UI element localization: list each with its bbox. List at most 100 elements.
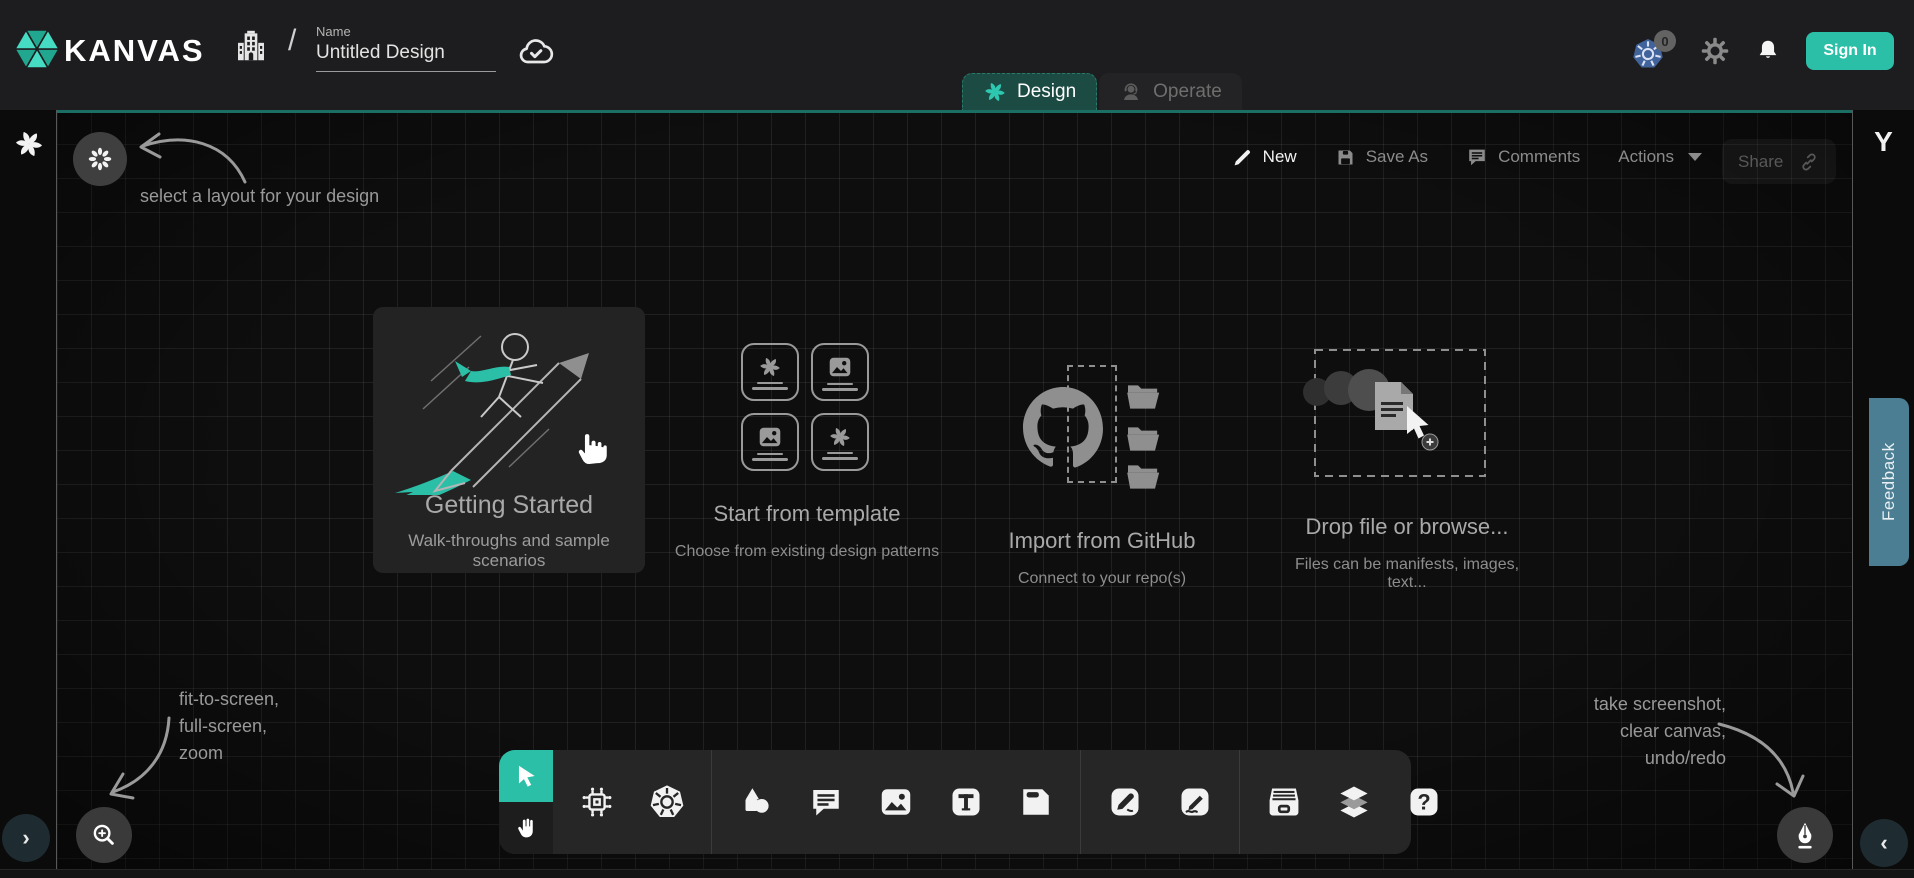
start-from-template-card[interactable]: Start from template Choose from existing… (657, 336, 957, 561)
chip-icon (578, 783, 616, 821)
screenshot-hint-text: take screenshot, clear canvas, undo/redo (1594, 691, 1726, 772)
zoom-in-button[interactable] (76, 807, 132, 863)
collapse-right-panel-button[interactable]: ‹ (1860, 819, 1908, 867)
layout-hint-arrow (127, 124, 257, 194)
spiral-icon (828, 425, 852, 449)
canvas-toolbar (499, 750, 1411, 854)
header: KANVAS / Name Design Operate 0 Si (0, 0, 1914, 110)
credits-badge: 0 (1654, 30, 1676, 52)
card-subtitle: Walk-throughs and sample scenarios (373, 531, 645, 571)
right-panel-strip: Y Feedback ‹ (1852, 110, 1914, 878)
actions-dropdown[interactable]: Actions (1618, 147, 1702, 167)
pencil-scribble-icon (1177, 784, 1213, 820)
card-subtitle: Connect to your repo(s) (987, 570, 1217, 588)
template-tile (741, 413, 799, 471)
tool-text[interactable] (946, 782, 986, 822)
settings-gear-icon[interactable] (1700, 36, 1730, 66)
kanvas-hexagon-logo[interactable] (13, 25, 61, 73)
drop-file-graphic (1287, 344, 1527, 484)
folder-icon (1123, 377, 1163, 417)
breadcrumb-separator: / (288, 24, 296, 58)
layout-picker-button[interactable] (73, 132, 127, 186)
link-icon (1798, 151, 1820, 173)
feedback-tab[interactable]: Feedback (1869, 398, 1909, 566)
comments-button[interactable]: Comments (1466, 146, 1580, 168)
screenshot-hint-arrow (1709, 712, 1809, 804)
cursor-arrow-icon (513, 763, 539, 789)
tool-resource-node[interactable] (577, 782, 617, 822)
tool-layers[interactable] (1334, 782, 1374, 822)
shapes-icon (738, 784, 774, 820)
chevron-down-icon (1688, 153, 1702, 161)
name-label: Name (316, 24, 496, 39)
tab-design[interactable]: Design (962, 73, 1097, 110)
cloud-saved-icon (516, 32, 556, 72)
tool-image[interactable] (876, 782, 916, 822)
workspace: › New Save As Comments Act (0, 110, 1914, 878)
canvas-top-accent (0, 110, 1914, 113)
spiral-icon (758, 355, 782, 379)
tab-operate-label: Operate (1153, 81, 1222, 103)
zoom-hint-text: fit-to-screen, full-screen, zoom (179, 686, 279, 767)
kubernetes-icon (647, 782, 687, 822)
pencil-icon (1232, 147, 1253, 168)
tool-archive[interactable] (1264, 782, 1304, 822)
tool-kubernetes[interactable] (647, 782, 687, 822)
tool-note[interactable] (1016, 782, 1056, 822)
tab-operate[interactable]: Operate (1099, 73, 1242, 110)
tool-group-manage (1240, 750, 1468, 854)
tool-pan[interactable] (499, 802, 553, 854)
text-icon (948, 784, 984, 820)
pointer-tool-column (499, 750, 553, 854)
new-button[interactable]: New (1232, 147, 1297, 168)
pen-icon (1107, 784, 1143, 820)
kubernetes-credits-button[interactable]: 0 (1630, 30, 1676, 72)
brand-name: KANVAS (64, 33, 205, 69)
folder-icon (1123, 419, 1163, 459)
bottom-scroll-track[interactable] (0, 869, 1914, 878)
sign-in-button[interactable]: Sign In (1806, 32, 1894, 70)
template-tile (741, 343, 799, 401)
image-icon (827, 354, 853, 380)
github-graphic (987, 363, 1217, 498)
card-title: Import from GitHub (987, 528, 1217, 554)
design-canvas[interactable]: New Save As Comments Actions Share (57, 110, 1852, 878)
drop-file-card[interactable]: Drop file or browse... Files can be mani… (1287, 336, 1527, 592)
tool-shapes[interactable] (736, 782, 776, 822)
tool-group-infra (553, 750, 711, 854)
note-icon (1019, 785, 1053, 819)
tool-comment[interactable] (806, 782, 846, 822)
comments-label: Comments (1498, 147, 1580, 167)
notifications-bell-icon[interactable] (1754, 37, 1782, 65)
tool-help[interactable] (1404, 782, 1444, 822)
actions-label: Actions (1618, 147, 1674, 167)
left-panel-strip: › (0, 110, 57, 878)
design-name-input[interactable] (316, 42, 496, 72)
getting-started-card[interactable]: Getting Started Walk-throughs and sample… (373, 307, 645, 573)
tool-pen[interactable] (1105, 782, 1145, 822)
share-button[interactable]: Share (1722, 139, 1836, 184)
tool-group-draw (1081, 750, 1239, 854)
zoom-hint-arrow (95, 708, 185, 808)
comment-icon (808, 784, 844, 820)
app-root: KANVAS / Name Design Operate 0 Si (0, 0, 1914, 878)
pen-tools-button[interactable] (1777, 807, 1833, 863)
template-tile (811, 343, 869, 401)
save-as-button[interactable]: Save As (1335, 147, 1428, 168)
file-toolbar: New Save As Comments Actions (1232, 146, 1702, 168)
tool-select[interactable] (499, 750, 553, 802)
tool-pencil[interactable] (1175, 782, 1215, 822)
expand-left-panel-button[interactable]: › (2, 814, 50, 862)
spinner-icon (13, 128, 45, 160)
layers-icon (1335, 783, 1373, 821)
card-subtitle: Files can be manifests, images, text... (1287, 556, 1527, 592)
save-as-label: Save As (1366, 147, 1428, 167)
tool-group-content (712, 750, 1080, 854)
organization-icon[interactable] (232, 27, 270, 65)
card-title: Drop file or browse... (1287, 514, 1527, 540)
folder-icon (1123, 457, 1163, 497)
help-icon (1406, 784, 1442, 820)
hand-icon (514, 816, 539, 841)
comment-icon (1466, 146, 1488, 168)
import-from-github-card[interactable]: Import from GitHub Connect to your repo(… (987, 336, 1217, 588)
